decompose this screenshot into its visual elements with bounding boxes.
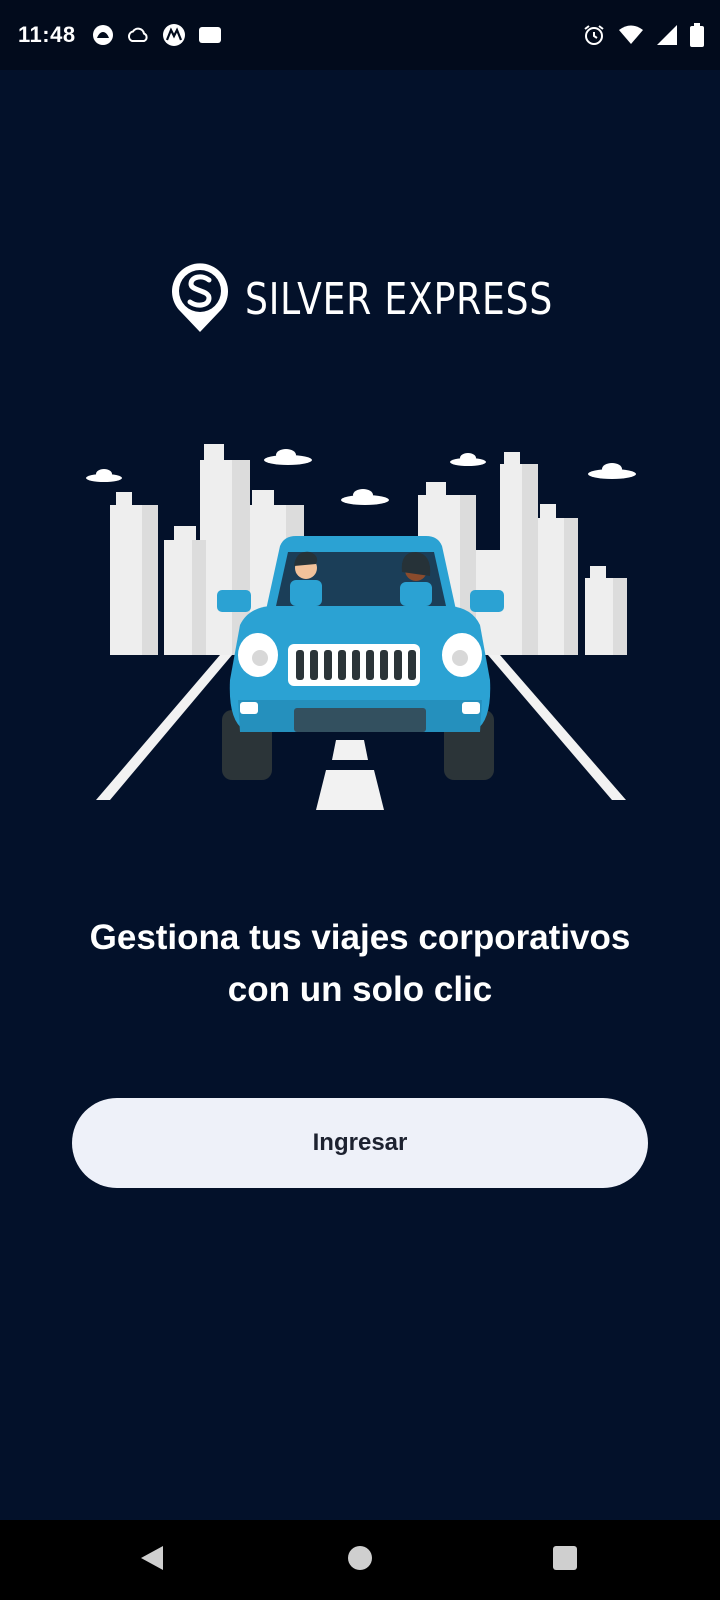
back-button[interactable] [112, 1520, 192, 1600]
clock: 11:48 [18, 22, 76, 47]
tagline-line-1: Gestiona tus viajes corporativos [89, 918, 631, 957]
battery-icon [690, 23, 704, 47]
brand-name: SILVER EXPRESS [245, 274, 554, 325]
tagline-line-2: con un solo clic [227, 970, 493, 1009]
status-right-group [582, 0, 704, 70]
wifi-icon [618, 24, 644, 46]
brand-logo: SILVER EXPRESS [0, 260, 720, 339]
location-pin-s-icon [169, 260, 231, 339]
gallery-icon [198, 25, 222, 45]
back-icon [139, 1544, 165, 1577]
cloud-icon [126, 25, 150, 45]
signal-icon [656, 24, 678, 46]
status-bar: 11:48 [0, 0, 720, 70]
login-button[interactable]: Ingresar [72, 1098, 648, 1188]
recents-button[interactable] [525, 1520, 605, 1600]
motorola-icon [162, 23, 186, 47]
navigation-bar [0, 1520, 720, 1600]
status-left-group: 11:48 [18, 0, 222, 70]
notification-app-icon [92, 24, 114, 46]
alarm-icon [582, 23, 606, 47]
tagline: Gestiona tus viajes corporativos con un … [40, 912, 680, 1016]
home-button[interactable] [320, 1520, 400, 1600]
home-icon [347, 1545, 373, 1576]
car-city-illustration [80, 430, 640, 830]
recents-icon [552, 1545, 578, 1576]
